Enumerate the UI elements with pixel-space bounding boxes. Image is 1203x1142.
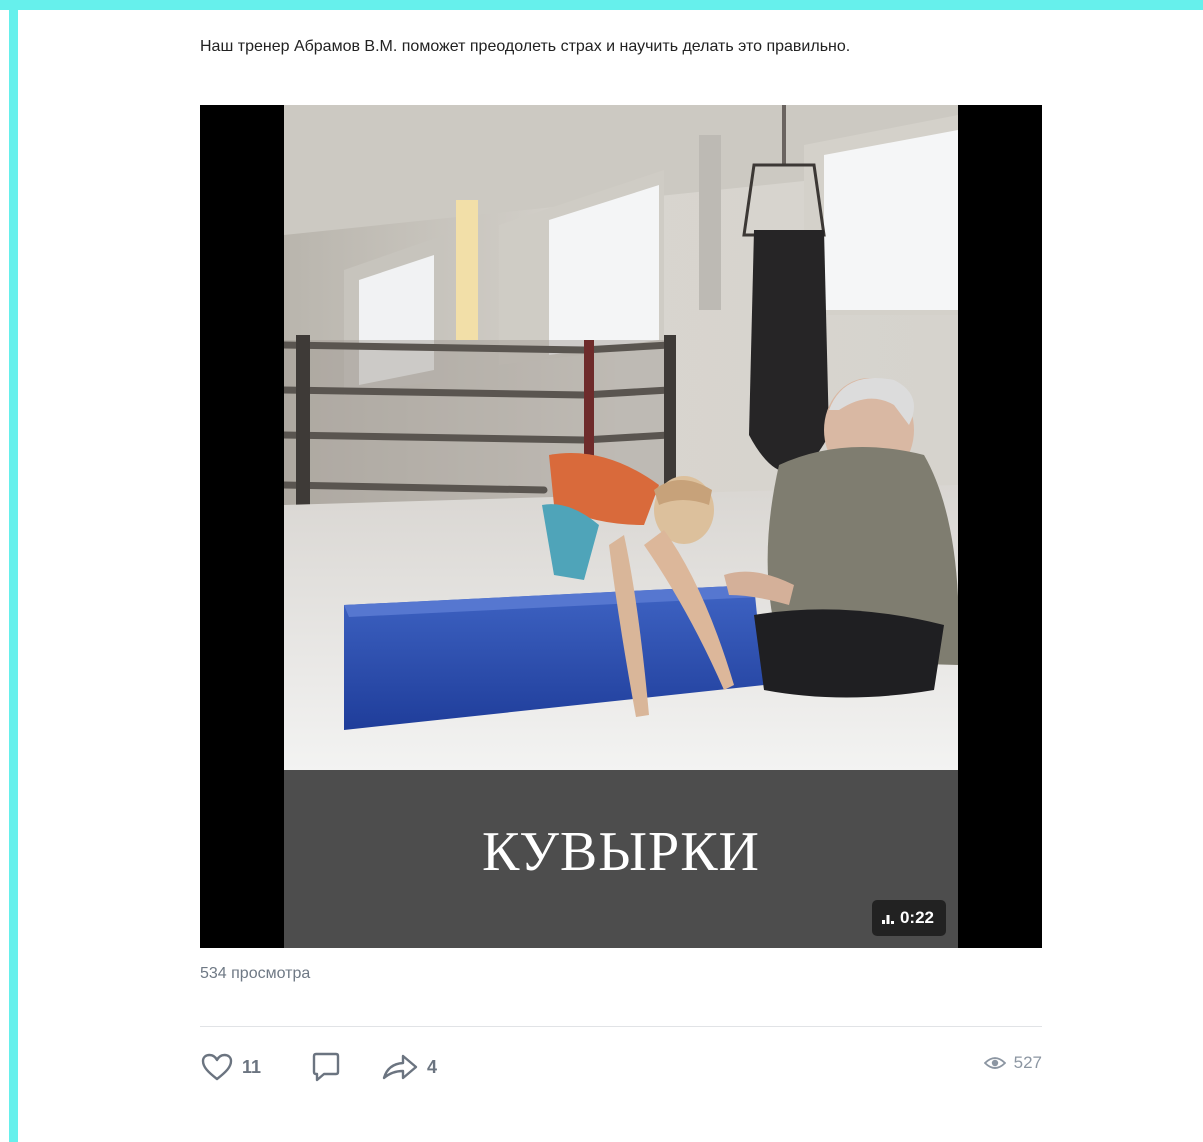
heart-icon — [201, 1053, 233, 1081]
video-player[interactable]: КУВЫРКИ 0:22 — [200, 105, 1042, 948]
views-count: 527 — [1013, 1053, 1042, 1072]
like-button[interactable]: 11 — [200, 1052, 261, 1082]
video-views-count: 534 просмотра — [200, 965, 311, 982]
post-views: 527 — [983, 1053, 1042, 1073]
post-text: Наш тренер Абрамов В.М. поможет преодоле… — [200, 38, 851, 55]
divider — [200, 1026, 1042, 1027]
share-count: 4 — [427, 1056, 438, 1077]
eye-icon — [983, 1057, 1006, 1069]
caption-area: КУВЫРКИ 0:22 — [284, 770, 958, 948]
comment-button[interactable] — [309, 1050, 343, 1084]
share-button[interactable]: 4 — [381, 1052, 437, 1082]
duration-badge: 0:22 — [871, 900, 946, 936]
duration-text: 0:22 — [899, 908, 934, 927]
video-caption: КУВЫРКИ — [481, 821, 760, 883]
equalizer-icon — [881, 915, 894, 924]
frame-top-border — [0, 0, 1203, 10]
comment-icon — [312, 1052, 340, 1082]
post-actions: 11 4 — [200, 1047, 465, 1087]
like-count: 11 — [242, 1056, 262, 1077]
video-thumbnail — [284, 105, 958, 770]
video-frame: КУВЫРКИ 0:22 — [284, 105, 958, 948]
share-icon — [382, 1054, 418, 1080]
frame-left-border — [9, 0, 18, 1142]
